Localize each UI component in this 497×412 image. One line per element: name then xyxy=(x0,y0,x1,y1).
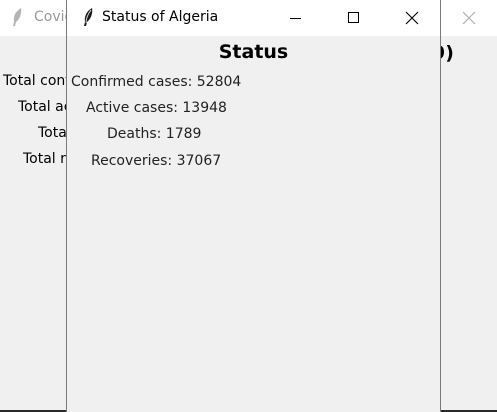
background-label-total-confirmed: Total conf xyxy=(3,73,71,89)
maximize-button[interactable] xyxy=(331,0,377,36)
tk-feather-icon xyxy=(13,8,22,26)
confirmed-cases-label: Confirmed cases: 52804 xyxy=(71,74,242,90)
close-icon xyxy=(405,11,419,25)
maximize-icon xyxy=(348,12,359,23)
minimize-button[interactable] xyxy=(273,0,319,36)
minimize-icon xyxy=(290,18,301,19)
dialog-title: Status of Algeria xyxy=(102,9,219,25)
status-dialog: Status of Algeria Status Confirmed cases… xyxy=(66,0,441,412)
close-button[interactable] xyxy=(389,0,435,36)
background-label-total-deaths: Tota xyxy=(38,125,67,141)
background-label-total-recoveries: Total r xyxy=(23,151,66,167)
status-heading: Status xyxy=(218,41,289,63)
recoveries-label: Recoveries: 37067 xyxy=(91,153,222,169)
dialog-title-bar[interactable]: Status of Algeria xyxy=(67,0,440,36)
close-icon[interactable] xyxy=(458,7,480,29)
active-cases-label: Active cases: 13948 xyxy=(86,100,227,116)
deaths-label: Deaths: 1789 xyxy=(107,126,202,142)
background-label-total-active: Total ac xyxy=(18,99,72,115)
tk-feather-icon xyxy=(84,8,93,26)
